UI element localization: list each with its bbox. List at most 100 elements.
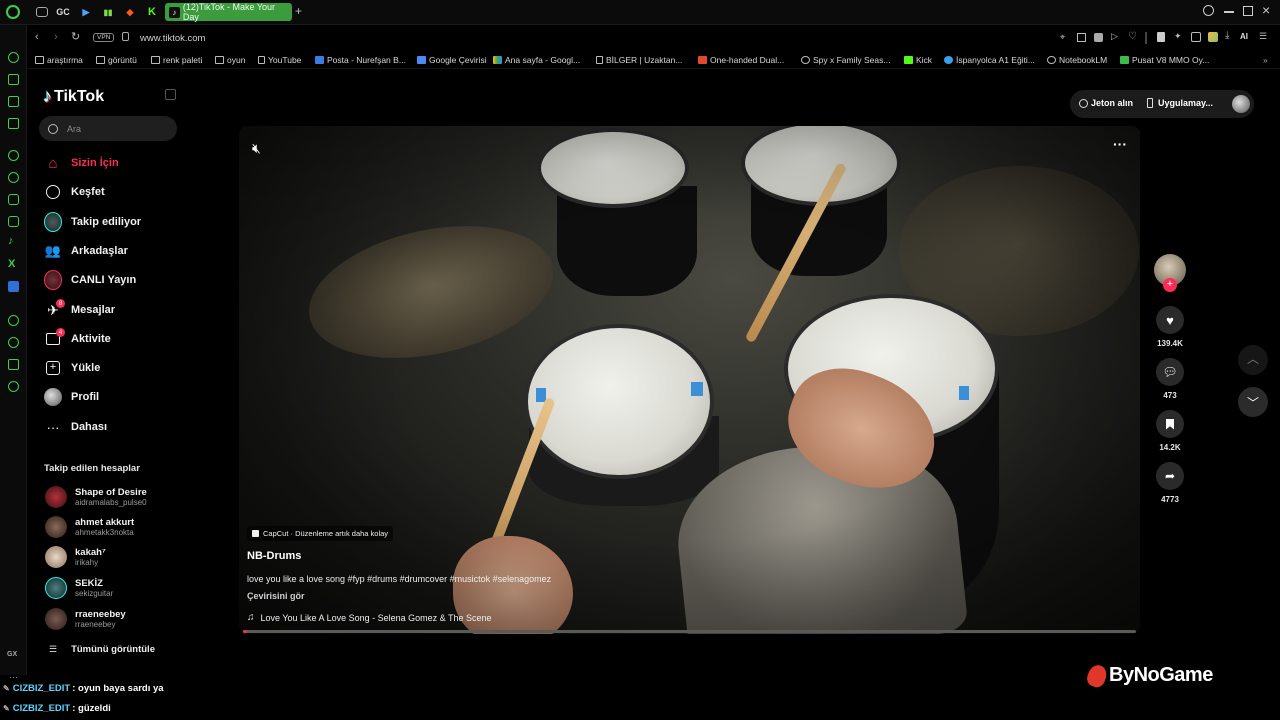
author-avatar[interactable]: +	[1154, 254, 1186, 292]
close-icon[interactable]: ×	[1262, 2, 1270, 18]
video-author[interactable]: NB-Drums	[247, 550, 301, 562]
see-all-following[interactable]: ☰ Tümünü görüntüle	[49, 644, 155, 655]
tiktok-logo[interactable]: ♪ TikTok	[43, 86, 104, 107]
followed-account[interactable]: ahmet akkurt ahmetakk3nokta	[44, 516, 134, 538]
next-video-button[interactable]: ﹀	[1238, 387, 1268, 417]
gx-store-icon[interactable]	[8, 118, 19, 129]
nav-activity[interactable]: 4 Aktivite	[44, 328, 111, 350]
previous-video-button[interactable]: ︿	[1238, 345, 1268, 375]
video-progress-track[interactable]	[243, 630, 1136, 633]
like-action[interactable]: ♥ 139.4K	[1150, 306, 1190, 348]
tab-gc-icon[interactable]: GC	[56, 5, 70, 19]
bookmark-item[interactable]: İspanyolca A1 Eğiti...	[944, 55, 1035, 65]
search-tabs-icon[interactable]	[1203, 5, 1214, 16]
see-translation-link[interactable]: Çevirisini gör	[247, 591, 305, 601]
followed-account[interactable]: kakah⁷ irikahy	[44, 546, 106, 568]
bookmark-item[interactable]: Spy x Family Seas...	[801, 55, 890, 65]
shield-icon[interactable]	[1094, 33, 1103, 42]
whatsapp-icon[interactable]	[8, 172, 19, 183]
music-info[interactable]: ♫ Love You Like A Love Song - Selena Gom…	[247, 612, 492, 623]
tab-kick-icon[interactable]: K	[145, 5, 159, 19]
tab-bars-icon[interactable]: ▮▮	[101, 5, 115, 19]
bookmark-item[interactable]: BİLGER | Uzaktan...	[596, 55, 682, 65]
opera-gx-logo-icon[interactable]	[6, 5, 20, 19]
active-tab[interactable]: ♪ (12)TikTok - Make Your Day	[165, 2, 292, 22]
x-twitter-icon[interactable]: X	[8, 258, 15, 270]
settings-gear-icon[interactable]	[8, 381, 19, 392]
share-arrow-icon[interactable]: ➦	[1156, 462, 1184, 490]
follow-plus-icon[interactable]: +	[1163, 278, 1177, 292]
nav-more[interactable]: ··· Dahası	[44, 416, 108, 438]
followed-account[interactable]: SEKİZ sekizguitar	[44, 577, 113, 599]
heart-bookmark-icon[interactable]: ♡	[1128, 31, 1137, 42]
comment-action[interactable]: 💬︎ 473	[1150, 358, 1190, 400]
url-text[interactable]: www.tiktok.com	[140, 33, 205, 44]
get-coins-button[interactable]: Jeton alın	[1079, 98, 1133, 108]
nav-live[interactable]: CANLI Yayın	[44, 269, 136, 291]
screenshot-icon[interactable]	[1191, 32, 1201, 42]
messenger-icon[interactable]	[8, 150, 19, 161]
aria-ai-button[interactable]: AI	[1240, 32, 1248, 41]
bookmark-item[interactable]: araştırma	[35, 55, 83, 65]
bookmark-item[interactable]: Kick	[904, 55, 932, 65]
bookmarks-overflow-icon[interactable]: »	[1263, 55, 1268, 65]
bookmark-item[interactable]: NotebookLM	[1047, 55, 1107, 65]
tab-mail-icon[interactable]	[36, 7, 48, 17]
discord-icon[interactable]	[8, 194, 19, 205]
minimize-icon[interactable]	[1224, 11, 1234, 13]
capcut-tag[interactable]: CapCut · Düzenleme artık daha kolay	[247, 526, 394, 541]
bookmark-item[interactable]: YouTube	[258, 55, 301, 65]
extensions-icon[interactable]: ✦	[1174, 31, 1182, 42]
player-control-icon[interactable]: ▷	[1111, 31, 1118, 42]
collapse-sidebar-icon[interactable]	[165, 89, 176, 100]
player-icon[interactable]	[8, 315, 19, 326]
reload-icon[interactable]: ↻	[71, 30, 80, 43]
nav-friends[interactable]: 👥 Arkadaşlar	[44, 240, 128, 262]
bookmark-item[interactable]: görüntü	[96, 55, 137, 65]
easy-setup-icon[interactable]	[1208, 32, 1218, 42]
comment-icon[interactable]: 💬︎	[1156, 358, 1184, 386]
nav-upload[interactable]: + Yükle	[44, 357, 100, 379]
bookmark-item[interactable]: renk paleti	[151, 55, 202, 65]
new-tab-plus-icon[interactable]: +	[295, 4, 302, 18]
forward-icon[interactable]: ›	[54, 31, 58, 43]
bookmark-item[interactable]: Pusat V8 MMO Oy...	[1120, 55, 1209, 65]
bookmark-item[interactable]: Posta - Nurefşan B...	[315, 55, 406, 65]
tab-play-icon[interactable]: ▶	[79, 5, 93, 19]
back-icon[interactable]: ‹	[35, 31, 39, 43]
download-icon[interactable]: ⤓	[1225, 30, 1229, 41]
page-icon[interactable]	[1157, 32, 1165, 42]
bookmark-item[interactable]: oyun	[215, 55, 245, 65]
bookmark-icon[interactable]	[1156, 410, 1184, 438]
pin-icon[interactable]: ⌖	[1060, 32, 1065, 43]
nav-messages[interactable]: ✈ 8 Mesajlar	[44, 299, 115, 321]
bookmark-item[interactable]: Google Çevirisi	[417, 55, 487, 65]
menu-lines-icon[interactable]: ☰	[1259, 31, 1267, 42]
share-action[interactable]: ➦ 4773	[1150, 462, 1190, 504]
heart-icon[interactable]: ♥	[1156, 306, 1184, 334]
tiktok-side-icon[interactable]: ♪	[8, 235, 14, 247]
mute-icon[interactable]: 🔇︎	[252, 140, 261, 157]
bookmark-item[interactable]: Ana sayfa - Googl...	[493, 55, 580, 65]
history-icon[interactable]	[8, 337, 19, 348]
translate-side-icon[interactable]	[8, 281, 19, 292]
nav-profile[interactable]: Profil	[44, 386, 99, 408]
search-input[interactable]: Ara	[39, 116, 177, 141]
nav-for-you[interactable]: ⌂ Sizin İçin	[44, 152, 118, 174]
nav-explore[interactable]: Keşfet	[44, 181, 105, 203]
extensions-side-icon[interactable]	[8, 359, 19, 370]
twitch-icon[interactable]	[8, 74, 19, 85]
followed-account[interactable]: Shape of Desire aidramalabs_pulse0	[44, 486, 147, 508]
more-options-icon[interactable]: ···	[1113, 136, 1127, 152]
speed-dial-icon[interactable]	[8, 52, 19, 63]
video-player[interactable]: 🔇︎ ··· CapCut · Düzenleme artık daha kol…	[239, 126, 1140, 634]
nav-following[interactable]: Takip ediliyor	[44, 211, 141, 233]
get-app-button[interactable]: Uygulamay...	[1147, 98, 1213, 108]
followed-account[interactable]: rraeneebey rraeneebey	[44, 608, 126, 630]
save-action[interactable]: 14.2K	[1150, 410, 1190, 452]
gx-corner-icon[interactable]	[8, 96, 19, 107]
bookmark-item[interactable]: One-handed Dual...	[698, 55, 784, 65]
tab-red-icon[interactable]: ◆	[123, 5, 137, 19]
sidebar-more-icon[interactable]: …	[9, 670, 18, 680]
maximize-icon[interactable]	[1243, 6, 1253, 16]
